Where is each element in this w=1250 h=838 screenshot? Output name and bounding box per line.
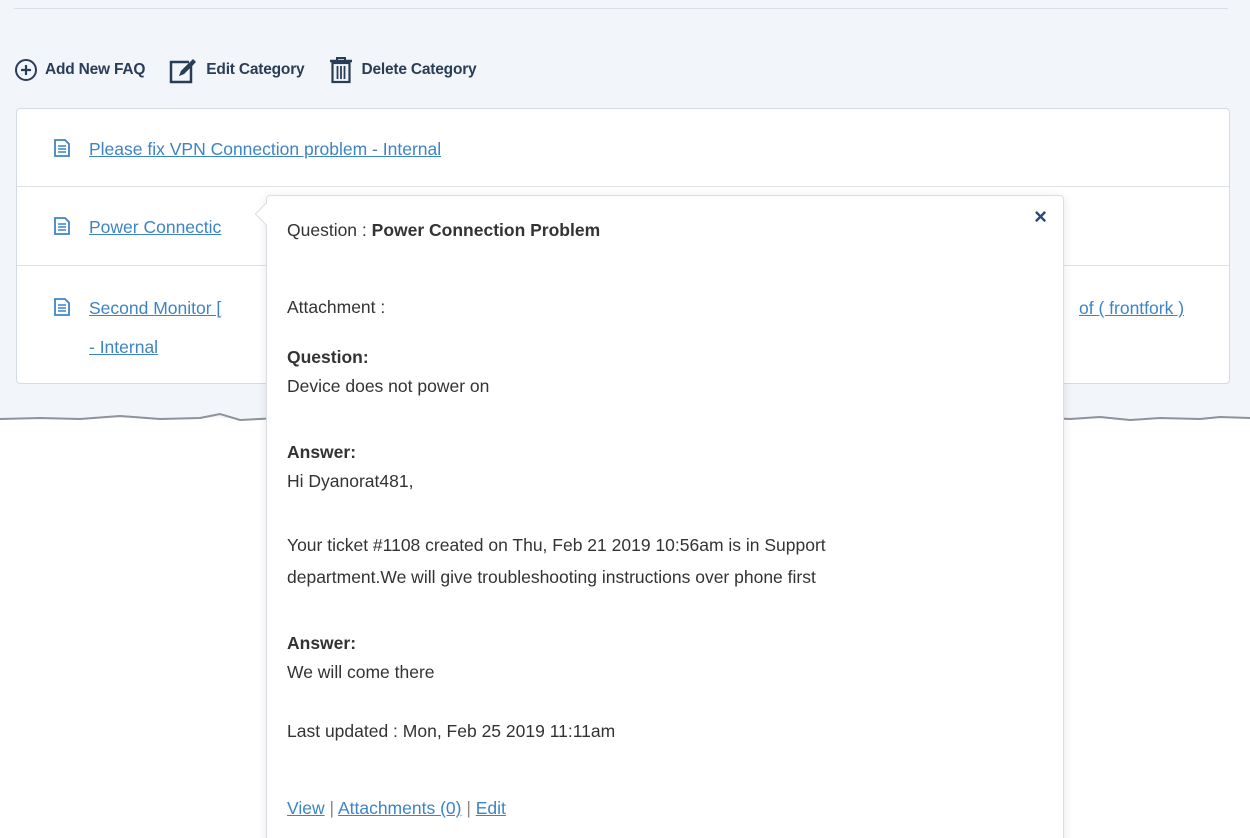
close-icon[interactable]: × (1034, 206, 1047, 228)
plus-circle-icon (15, 59, 37, 81)
document-icon (54, 217, 70, 235)
link-separator: | (461, 798, 476, 818)
faq-list-item: Please fix VPN Connection problem - Inte… (17, 109, 1229, 187)
document-icon (54, 298, 70, 316)
trash-icon (330, 57, 353, 84)
attachment-label: Attachment : (287, 297, 386, 317)
question-label: Question : (287, 220, 372, 240)
faq-preview-popover: × Question : Power Connection Problem At… (254, 195, 1064, 838)
faq-link-line2[interactable]: - Internal (89, 329, 158, 366)
view-link[interactable]: View (287, 798, 325, 818)
faq-link[interactable]: Second Monitor [ (89, 290, 221, 327)
answer-heading: Answer: (287, 633, 357, 653)
category-toolbar: Add New FAQ Edit Category Delete Categor… (14, 50, 500, 90)
edit-link[interactable]: Edit (476, 798, 506, 818)
popover-title: Question : Power Connection Problem (287, 220, 600, 241)
edit-category-label: Edit Category (206, 61, 305, 78)
answer-body: We will come there (287, 662, 435, 682)
faq-link-tail[interactable]: of ( frontfork ) (1079, 290, 1184, 327)
last-updated: Last updated : Mon, Feb 25 2019 11:11am (287, 721, 616, 741)
answer-greeting: Hi Dyanorat481, (287, 471, 414, 491)
question-heading: Question: (287, 347, 369, 367)
top-divider (14, 8, 1228, 9)
edit-category-button[interactable]: Edit Category (169, 56, 305, 84)
popover-actions: View | Attachments (0) | Edit (287, 798, 506, 819)
answer-line: Your ticket #1108 created on Thu, Feb 21… (287, 535, 826, 555)
attachments-link[interactable]: Attachments (0) (338, 798, 462, 818)
faq-link[interactable]: Please fix VPN Connection problem - Inte… (89, 131, 441, 168)
answer-heading: Answer: (287, 442, 357, 462)
edit-icon (170, 56, 200, 84)
answer-line: department.We will give troubleshooting … (287, 567, 816, 587)
add-new-faq-button[interactable]: Add New FAQ (14, 58, 145, 82)
delete-category-label: Delete Category (361, 61, 477, 78)
delete-category-button[interactable]: Delete Category (328, 56, 477, 84)
faq-link[interactable]: Power Connectic (89, 209, 221, 246)
add-new-faq-label: Add New FAQ (45, 61, 146, 78)
question-title: Power Connection Problem (371, 220, 601, 240)
link-separator: | (324, 798, 338, 818)
question-body: Device does not power on (287, 376, 490, 396)
document-icon (54, 139, 70, 157)
